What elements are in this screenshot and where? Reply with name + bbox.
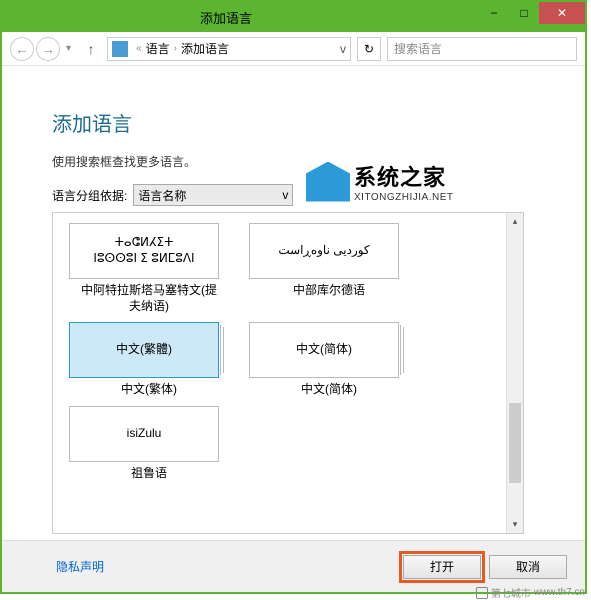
language-native: isiZulu [127, 426, 162, 442]
language-card[interactable]: 中文(繁體) [69, 322, 219, 378]
location-icon [112, 41, 128, 57]
titlebar[interactable]: 添加语言 − □ ✕ [2, 2, 585, 32]
forward-button[interactable]: → [36, 37, 60, 61]
language-tile[interactable]: 中文(简体) 中文(简体) [249, 322, 409, 398]
close-button[interactable]: ✕ [539, 2, 585, 24]
group-by-value: 语言名称 [138, 187, 186, 204]
language-label: 祖鲁语 [69, 466, 229, 482]
scrollbar[interactable]: ▴ ▾ [506, 213, 523, 533]
breadcrumb[interactable]: « 语言 › 添加语言 v [107, 37, 351, 61]
page-title: 添加语言 [52, 108, 545, 137]
watermark-sitelogo: 系统之家 XITONGZHIJIA.NET [306, 160, 454, 203]
chevron-down-icon: v [282, 188, 288, 202]
search-placeholder: 搜索语言 [394, 40, 442, 57]
scroll-up-button[interactable]: ▴ [507, 213, 523, 230]
breadcrumb-sep: « [136, 43, 142, 54]
language-label: 中文(简体) [249, 382, 409, 398]
maximize-button[interactable]: □ [509, 2, 539, 24]
search-input[interactable]: 搜索语言 [387, 37, 577, 61]
up-button[interactable]: ↑ [79, 37, 103, 61]
language-label: 中文(繁体) [69, 382, 229, 398]
navbar: ← → ▾ ↑ « 语言 › 添加语言 v ↻ 搜索语言 [2, 32, 585, 66]
window-title: 添加语言 [10, 8, 252, 27]
language-list-pane: ⵜⴰⵛⵍⵃⵉⵜⵏⵓⵙⵙⵓⵏ ⵉ ⵓⵍⵎⵓⴷⵏ 中阿特拉斯塔马塞特文(提夫纳语) کو… [52, 212, 524, 534]
language-card[interactable]: ⵜⴰⵛⵍⵃⵉⵜⵏⵓⵙⵙⵓⵏ ⵉ ⵓⵍⵎⵓⴷⵏ [69, 223, 219, 279]
house-icon [306, 162, 350, 202]
back-button[interactable]: ← [10, 37, 34, 61]
watermark-site2-url: www.th7.cn [534, 587, 585, 598]
scroll-thumb[interactable] [509, 403, 521, 483]
language-card[interactable]: کوردیی ناوەڕاست [249, 223, 399, 279]
language-grid: ⵜⴰⵛⵍⵃⵉⵜⵏⵓⵙⵙⵓⵏ ⵉ ⵓⵍⵎⵓⴷⵏ 中阿特拉斯塔马塞特文(提夫纳语) کو… [53, 213, 506, 533]
watermark-text-cn: 系统之家 [354, 160, 454, 192]
language-tile[interactable]: کوردیی ناوەڕاست 中部库尔德语 [249, 223, 409, 314]
cancel-button[interactable]: 取消 [489, 555, 567, 579]
group-by-row: 语言分组依据: 语言名称 v [52, 184, 545, 206]
open-button[interactable]: 打开 [403, 555, 481, 579]
language-card[interactable]: 中文(简体) [249, 322, 399, 378]
language-native: ⵜⴰⵛⵍⵃⵉⵜ [115, 235, 174, 251]
watermark-text-en: XITONGZHIJIA.NET [354, 192, 454, 203]
window: 添加语言 − □ ✕ ← → ▾ ↑ « 语言 › 添加语言 v ↻ 搜索语言 … [0, 0, 587, 594]
language-label: 中阿特拉斯塔马塞特文(提夫纳语) [69, 283, 229, 314]
breadcrumb-item[interactable]: 语言 [146, 40, 170, 57]
language-card[interactable]: isiZulu [69, 406, 219, 462]
privacy-link[interactable]: 隐私声明 [56, 558, 104, 575]
window-controls: − □ ✕ [479, 2, 585, 24]
group-by-select[interactable]: 语言名称 v [133, 184, 293, 206]
chevron-down-icon[interactable]: v [340, 42, 346, 56]
language-tile[interactable]: ⵜⴰⵛⵍⵃⵉⵜⵏⵓⵙⵙⵓⵏ ⵉ ⵓⵍⵎⵓⴷⵏ 中阿特拉斯塔马塞特文(提夫纳语) [69, 223, 229, 314]
refresh-button[interactable]: ↻ [357, 37, 381, 61]
page-subtitle: 使用搜索框查找更多语言。 [52, 153, 545, 170]
content: 添加语言 使用搜索框查找更多语言。 语言分组依据: 语言名称 v ⵜⴰⵛⵍⵃⵉⵜ… [2, 66, 585, 544]
minimize-button[interactable]: − [479, 2, 509, 24]
language-label: 中部库尔德语 [249, 283, 409, 299]
square-icon [476, 587, 488, 599]
language-native: 中文(简体) [296, 342, 352, 358]
language-native: 中文(繁體) [116, 342, 172, 358]
breadcrumb-sep: › [174, 43, 177, 54]
scroll-down-button[interactable]: ▾ [507, 516, 523, 533]
language-tile[interactable]: isiZulu 祖鲁语 [69, 406, 229, 482]
group-by-label: 语言分组依据: [52, 187, 127, 204]
breadcrumb-item[interactable]: 添加语言 [181, 40, 229, 57]
language-tile[interactable]: 中文(繁體) 中文(繁体) [69, 322, 229, 398]
language-native: کوردیی ناوەڕاست [278, 243, 369, 259]
history-chevron-icon[interactable]: ▾ [66, 43, 71, 54]
language-native: ⵏⵓⵙⵙⵓⵏ ⵉ ⵓⵍⵎⵓⴷⵏ [93, 251, 194, 267]
